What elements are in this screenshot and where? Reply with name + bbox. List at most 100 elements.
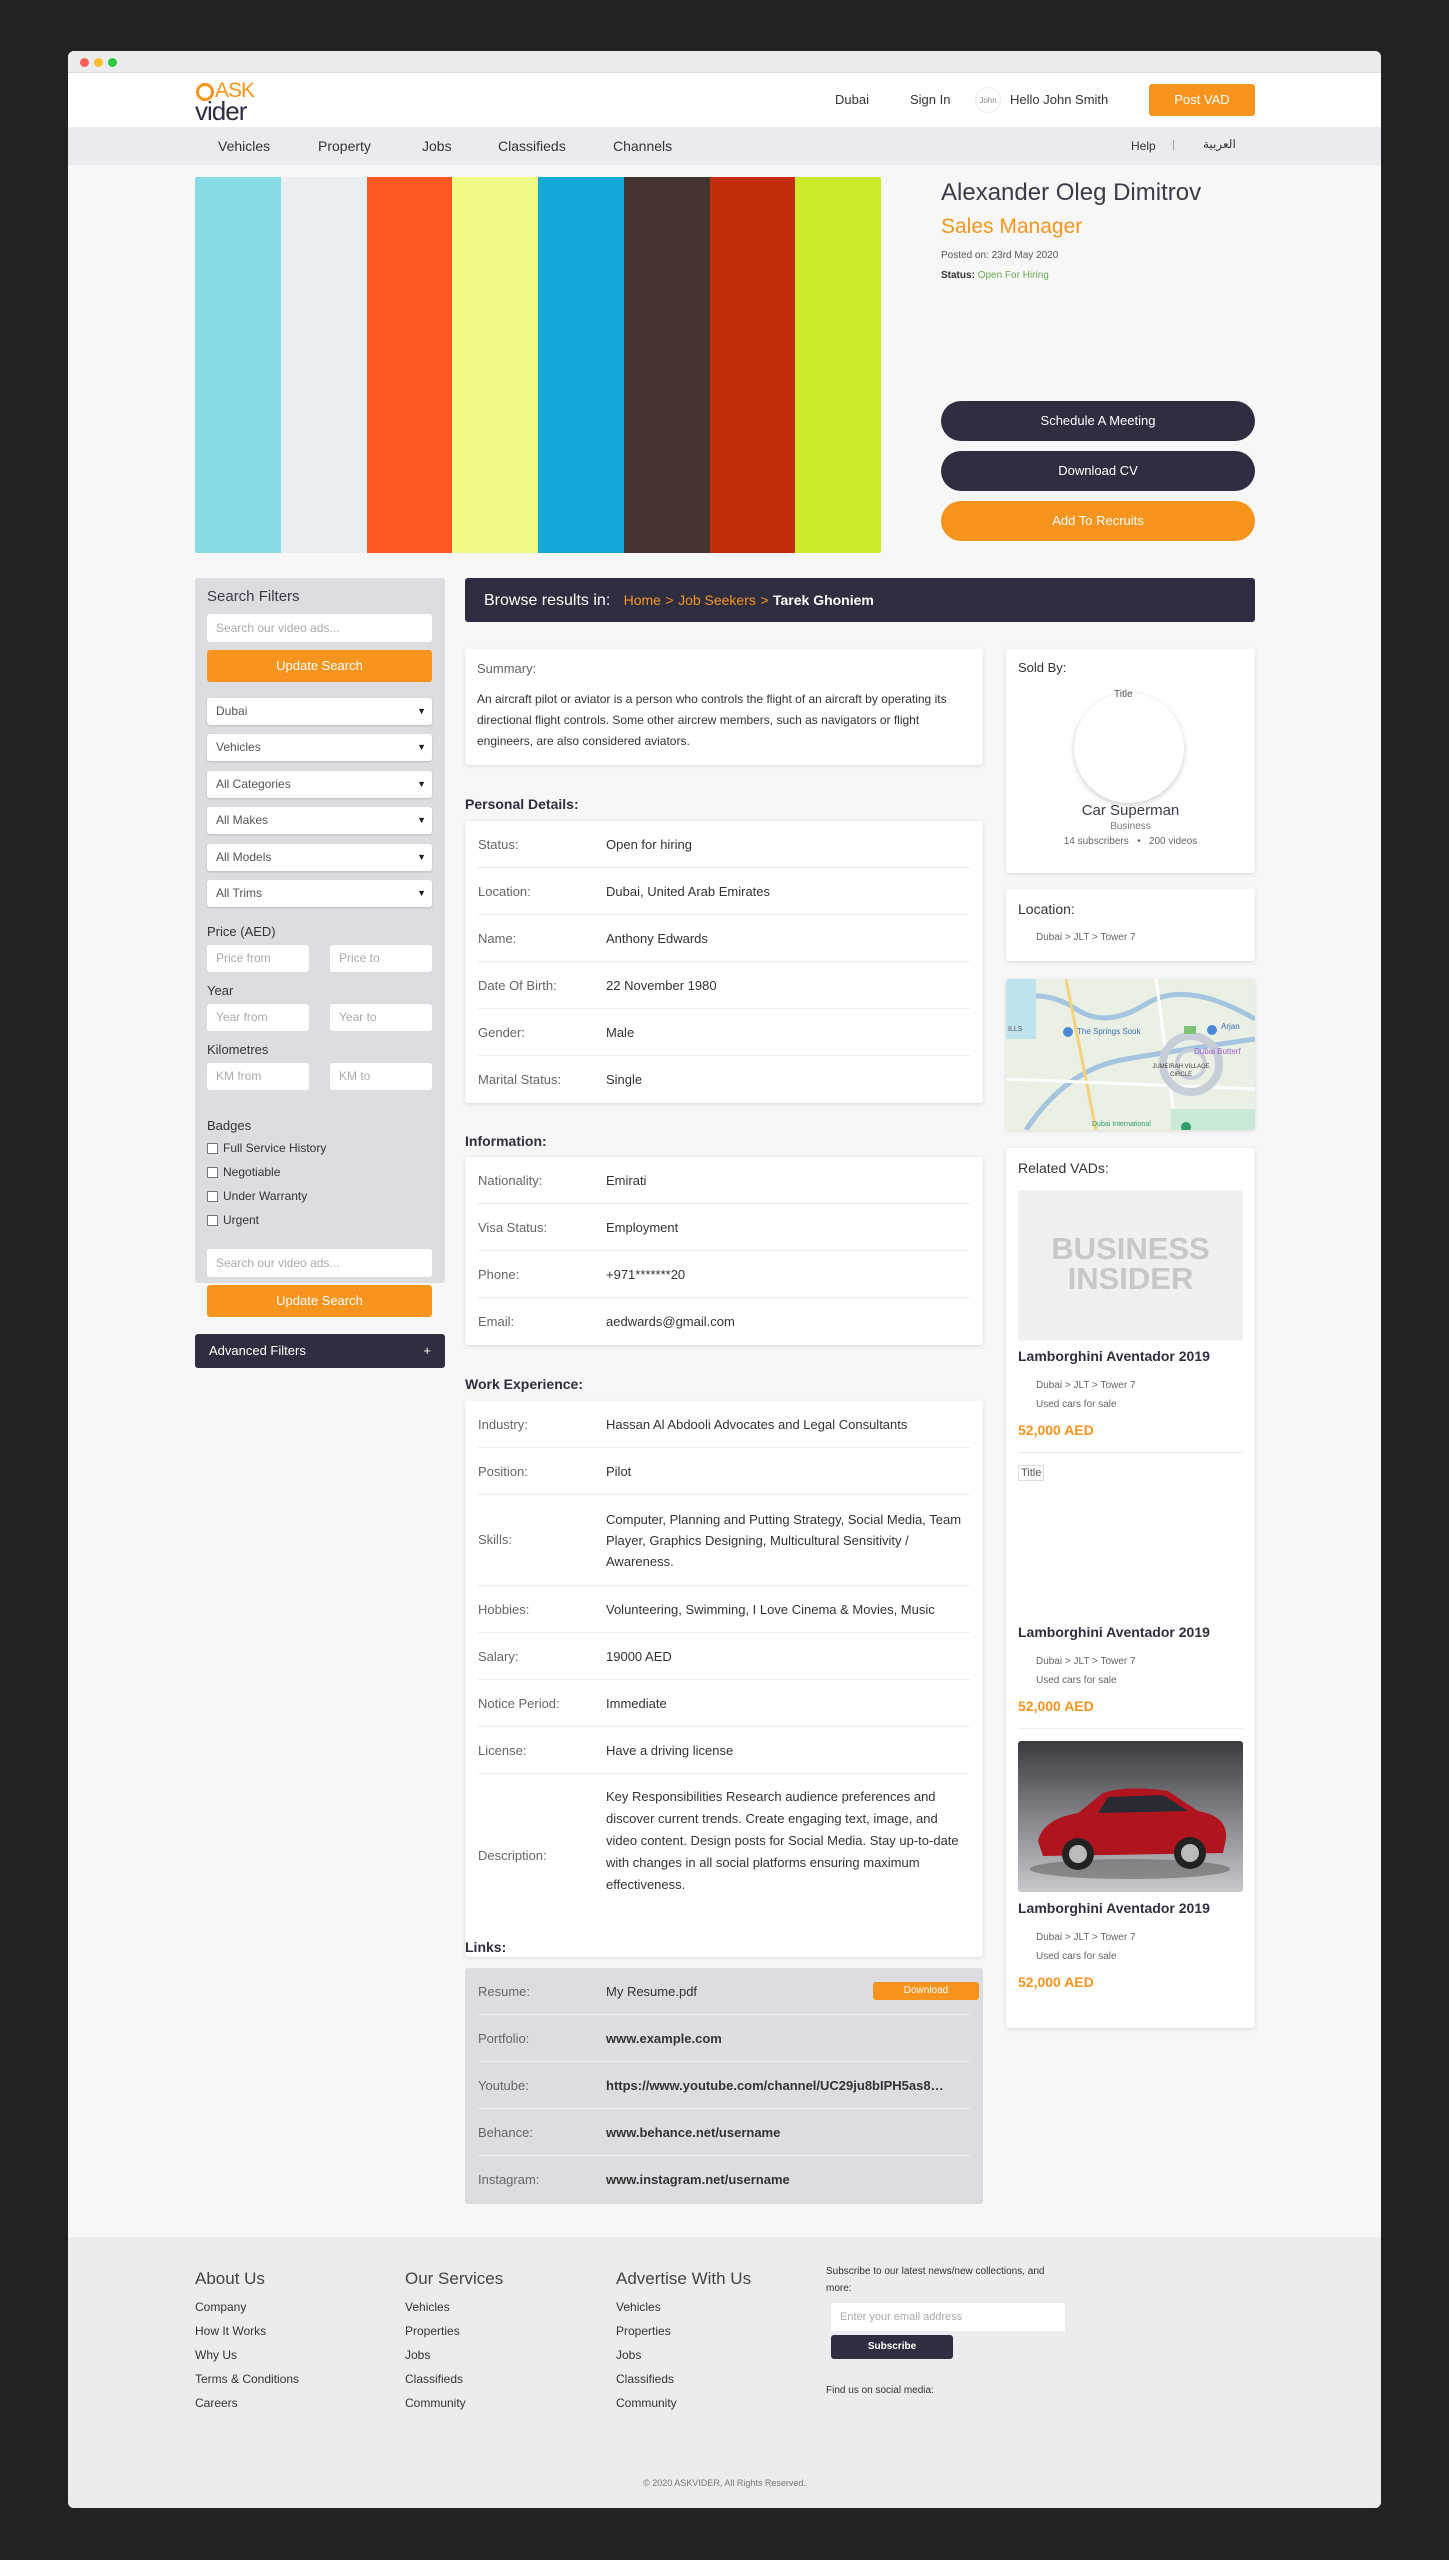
nav-item-jobs[interactable]: Jobs <box>422 138 452 154</box>
type-select[interactable]: Vehicles ▼ <box>207 734 432 761</box>
checkbox-icon <box>207 1166 218 1178</box>
nav-item-vehicles[interactable]: Vehicles <box>218 138 270 154</box>
advanced-filters-toggle[interactable]: Advanced Filters + <box>195 1334 445 1368</box>
price-from-input[interactable]: Price from <box>207 945 309 972</box>
detail-row-name: Name: Anthony Edwards <box>478 915 970 962</box>
footer-link[interactable]: Jobs <box>405 2348 430 2362</box>
badge-checkbox-full-service[interactable]: Full Service History <box>207 1141 326 1155</box>
update-search-button[interactable]: Update Search <box>207 650 432 682</box>
language-arabic-link[interactable]: العربية <box>1203 137 1236 151</box>
select-value: Vehicles <box>216 740 261 754</box>
location-select[interactable]: Dubai ▼ <box>207 698 432 725</box>
nav-item-property[interactable]: Property <box>318 138 371 154</box>
instagram-link[interactable]: www.instagram.net/username <box>606 2172 790 2187</box>
footer-link[interactable]: Classifieds <box>616 2372 674 2386</box>
broken-image-icon: Title <box>1018 1465 1045 1481</box>
price-label: Price (AED) <box>207 924 276 939</box>
askvider-logo[interactable]: ASK vider <box>195 79 275 126</box>
km-to-input[interactable]: KM to <box>330 1063 432 1090</box>
post-vad-button[interactable]: Post VAD <box>1149 84 1255 116</box>
related-vad-category-2: Used cars for sale <box>1036 1675 1117 1686</box>
trim-select[interactable]: All Trims ▼ <box>207 880 432 907</box>
help-link[interactable]: Help <box>1131 139 1156 153</box>
status-label: Status: <box>941 270 975 281</box>
subscribe-button[interactable]: Subscribe <box>831 2335 953 2359</box>
footer-link[interactable]: Vehicles <box>405 2300 450 2314</box>
nav-item-channels[interactable]: Channels <box>613 138 672 154</box>
row-value: Key Responsibilities Research audience p… <box>606 1789 959 1892</box>
year-to-input[interactable]: Year to <box>330 1004 432 1031</box>
location-map[interactable]: The Springs Souk JUMEIRAH VILLAGE CIRCLE… <box>1006 979 1255 1130</box>
category-select[interactable]: All Categories ▼ <box>207 771 432 798</box>
sign-in-link[interactable]: Sign In <box>910 92 950 107</box>
price-to-input[interactable]: Price to <box>330 945 432 972</box>
footer-link[interactable]: How It Works <box>195 2324 266 2338</box>
seller-avatar[interactable] <box>1074 693 1184 803</box>
row-label: Location: <box>478 884 531 899</box>
footer-link[interactable]: Vehicles <box>616 2300 661 2314</box>
email-input[interactable]: Enter your email address <box>831 2303 1065 2331</box>
footer-link[interactable]: Why Us <box>195 2348 237 2362</box>
footer-link[interactable]: Properties <box>405 2324 460 2338</box>
update-search-button-2[interactable]: Update Search <box>207 1285 432 1317</box>
related-vad-title-3[interactable]: Lamborghini Aventador 2019 <box>1018 1900 1210 1916</box>
row-value: Dubai, United Arab Emirates <box>606 884 771 899</box>
close-window-icon[interactable] <box>80 58 89 67</box>
maximize-window-icon[interactable] <box>108 58 117 67</box>
avatar[interactable]: John <box>975 87 1001 113</box>
footer-link[interactable]: Terms & Conditions <box>195 2372 299 2386</box>
related-vad-title-2[interactable]: Lamborghini Aventador 2019 <box>1018 1624 1210 1640</box>
year-from-input[interactable]: Year from <box>207 1004 309 1031</box>
footer-link[interactable]: Company <box>195 2300 246 2314</box>
behance-link[interactable]: www.behance.net/username <box>606 2125 780 2140</box>
badge-checkbox-negotiable[interactable]: Negotiable <box>207 1165 280 1179</box>
make-select[interactable]: All Makes ▼ <box>207 807 432 834</box>
footer-link[interactable]: Jobs <box>616 2348 641 2362</box>
footer-link[interactable]: Careers <box>195 2396 238 2410</box>
resume-download-button[interactable]: Download <box>873 1982 979 2000</box>
schedule-meeting-button[interactable]: Schedule A Meeting <box>941 401 1255 441</box>
logo-text-bottom: vider <box>195 96 247 126</box>
advanced-filters-label: Advanced Filters <box>209 1343 306 1358</box>
year-label: Year <box>207 983 234 998</box>
youtube-link[interactable]: https://www.youtube.com/channel/UC29ju8b… <box>606 2078 951 2093</box>
footer-link[interactable]: Community <box>405 2396 466 2410</box>
seller-name[interactable]: Car Superman <box>1006 802 1255 819</box>
model-select[interactable]: All Models ▼ <box>207 844 432 871</box>
row-value[interactable]: aedwards@gmail.com <box>606 1311 970 1332</box>
banner-stripe-7 <box>709 177 796 553</box>
km-label: Kilometres <box>207 1042 269 1057</box>
location-link[interactable]: Dubai <box>835 92 869 107</box>
badge-checkbox-urgent[interactable]: Urgent <box>207 1213 259 1227</box>
search-input-2[interactable]: Search our video ads... <box>207 1249 432 1277</box>
footer-link[interactable]: Community <box>616 2396 677 2410</box>
breadcrumb: Browse results in: Home > Job Seekers > … <box>465 578 1255 622</box>
link-row-resume: Resume: My Resume.pdf Download <box>478 1968 979 2015</box>
user-greeting[interactable]: Hello John Smith <box>1010 92 1108 107</box>
km-from-input[interactable]: KM from <box>207 1063 309 1090</box>
work-row-skills: Skills: Computer, Planning and Putting St… <box>478 1495 970 1586</box>
related-vad-image-1[interactable]: BUSINESS INSIDER <box>1018 1190 1243 1341</box>
stats-separator: • <box>1137 836 1141 847</box>
footer-services-title: Our Services <box>405 2269 504 2288</box>
profile-video-banner[interactable] <box>195 177 881 553</box>
breadcrumb-home[interactable]: Home <box>624 592 661 608</box>
footer-link[interactable]: Properties <box>616 2324 671 2338</box>
related-vad-image-2[interactable]: Title <box>1018 1465 1243 1616</box>
browser-window: ASK vider Dubai Sign In John Hello John … <box>68 51 1381 2508</box>
work-row-industry: Industry: Hassan Al Abdooli Advocates and… <box>478 1401 970 1448</box>
related-vad-image-3[interactable] <box>1018 1741 1243 1892</box>
minimize-window-icon[interactable] <box>94 58 103 67</box>
add-to-recruits-button[interactable]: Add To Recruits <box>941 501 1255 541</box>
badge-checkbox-warranty[interactable]: Under Warranty <box>207 1189 307 1203</box>
related-vad-title-1[interactable]: Lamborghini Aventador 2019 <box>1018 1348 1210 1364</box>
seller-stats: 14 subscribers • 200 videos <box>1006 836 1255 847</box>
search-input[interactable]: Search our video ads... <box>207 614 432 642</box>
portfolio-link[interactable]: www.example.com <box>606 2031 722 2046</box>
info-row-phone: Phone: +971*******20 <box>478 1251 970 1298</box>
footer-link[interactable]: Classifieds <box>405 2372 463 2386</box>
download-cv-button[interactable]: Download CV <box>941 451 1255 491</box>
breadcrumb-job-seekers[interactable]: Job Seekers <box>678 592 756 608</box>
nav-item-classifieds[interactable]: Classifieds <box>498 138 566 154</box>
search-filters-panel: Search Filters Search our video ads... U… <box>195 578 445 1283</box>
